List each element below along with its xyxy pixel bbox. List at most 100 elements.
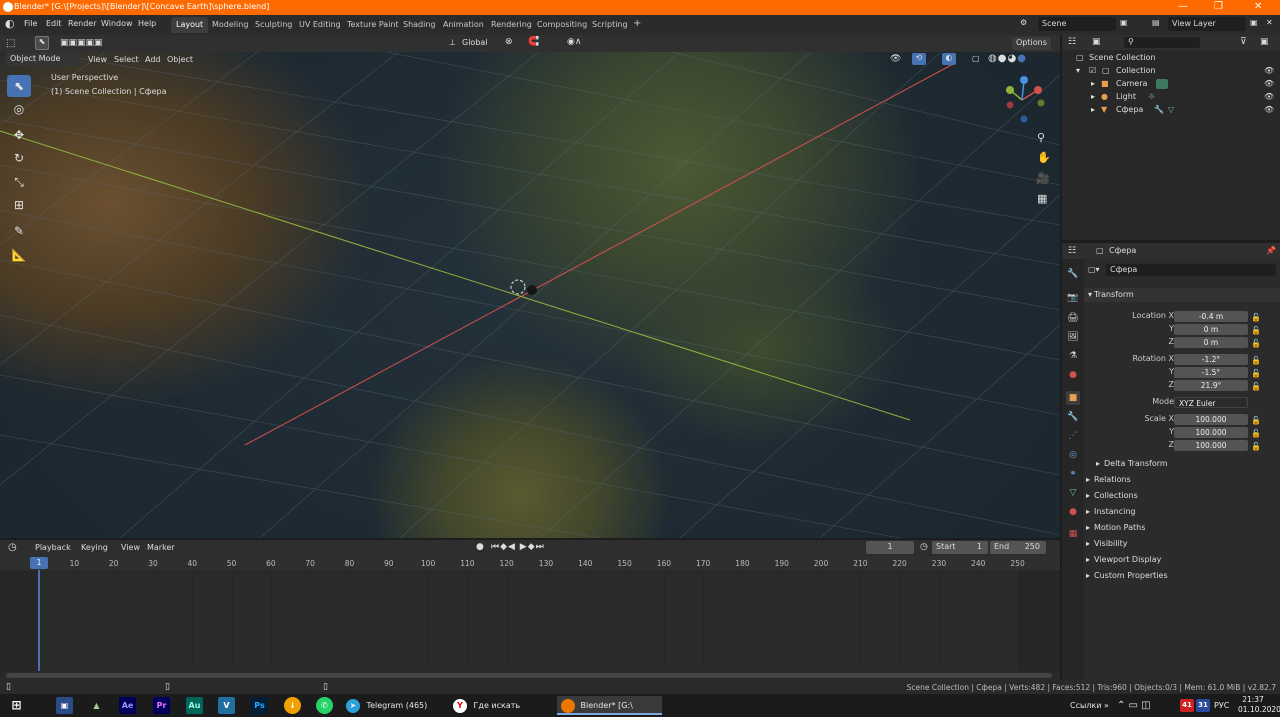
rotate-tool-icon[interactable]: ↻	[7, 147, 31, 169]
visibility-icon[interactable]: 👁	[890, 54, 901, 64]
view-layer-selector[interactable]: View Layer	[1168, 17, 1246, 31]
expand-icon[interactable]: ▸	[1096, 459, 1100, 468]
panel-relations[interactable]: Relations	[1094, 475, 1131, 484]
material-tab-icon[interactable]: ●	[1066, 505, 1080, 519]
tab-compositing[interactable]: Compositing	[532, 17, 592, 33]
windows-start-icon[interactable]: ⊞	[8, 697, 25, 714]
outliner-editor-icon[interactable]: ☷	[1068, 37, 1076, 47]
3d-viewport[interactable]: ⬉ ◎ ✥ ↻ ⤡ ⊞ ✎ 📐 User Perspective (1) Sce…	[0, 35, 1060, 538]
menu-file[interactable]: File	[24, 19, 37, 28]
scale-z-field[interactable]: 100.000	[1174, 440, 1248, 451]
zoom-icon[interactable]: ⚲	[1037, 131, 1045, 144]
copy-view-layer-icon[interactable]: ▣	[1250, 18, 1258, 27]
transform-tool-icon[interactable]: ⊞	[7, 194, 31, 216]
filter-icon[interactable]: ⊽	[1240, 37, 1247, 47]
pivot-icon[interactable]: ⊗	[505, 37, 513, 47]
move-tool-icon[interactable]: ✥	[7, 124, 31, 146]
clock[interactable]: 21:37 01.10.2020	[1238, 695, 1280, 715]
expand-icon[interactable]: ▸	[1086, 571, 1090, 580]
save-app-icon[interactable]: ▣	[56, 697, 73, 714]
camera-view-icon[interactable]: 🎥	[1036, 172, 1050, 185]
language-indicator[interactable]: РУС	[1214, 696, 1229, 715]
tray-badge-31[interactable]: 31	[1196, 699, 1210, 712]
playhead-line[interactable]	[38, 569, 40, 671]
scene-tab-icon[interactable]: ⚗	[1066, 349, 1080, 363]
shading-modes-icon[interactable]: ◍●◕●	[988, 53, 1027, 64]
panel-collections[interactable]: Collections	[1094, 491, 1138, 500]
object-mode-select[interactable]: Object Mode	[6, 53, 80, 66]
gizmo-toggle-icon[interactable]: ⟲	[912, 53, 926, 65]
expand-icon[interactable]: ▸	[1086, 523, 1090, 532]
expand-icon[interactable]: ▸	[1091, 92, 1095, 101]
panel-visibility[interactable]: Visibility	[1094, 539, 1128, 548]
navigation-gizmo-icon[interactable]	[1000, 75, 1050, 125]
location-y-field[interactable]: 0 m	[1174, 324, 1248, 335]
taskbar-yandex[interactable]: Y Где искать творче...	[453, 696, 553, 715]
playback-controls-icon[interactable]: ⏮◆◀ ▶◆⏭	[491, 542, 545, 552]
scale-y-field[interactable]: 100.000	[1174, 427, 1248, 438]
3d-cursor-icon[interactable]	[510, 279, 526, 295]
panel-motion-paths[interactable]: Motion Paths	[1094, 523, 1145, 532]
viewport-menu-object[interactable]: Object	[167, 55, 193, 64]
rotation-y-field[interactable]: -1.5°	[1174, 367, 1248, 378]
cursor-tool-icon[interactable]: ◎	[7, 98, 31, 120]
select-box-icon[interactable]: ⬉	[35, 36, 49, 50]
playhead-frame-badge[interactable]: 1	[30, 557, 48, 569]
expand-icon[interactable]: ▸	[1091, 105, 1095, 114]
expand-icon[interactable]: ▸	[1091, 79, 1095, 88]
after-effects-app-icon[interactable]: Ae	[119, 697, 136, 714]
menu-help[interactable]: Help	[138, 19, 156, 28]
location-z-field[interactable]: 0 m	[1174, 337, 1248, 348]
new-collection-icon[interactable]: ▣	[1260, 37, 1269, 47]
object-name-field[interactable]: Сфера	[1106, 264, 1276, 276]
tab-rendering[interactable]: Rendering	[486, 17, 537, 33]
timeline-menu-view[interactable]: View	[121, 543, 140, 552]
annotate-tool-icon[interactable]: ✎	[7, 220, 31, 242]
properties-editor-icon[interactable]: ☷	[1068, 246, 1076, 256]
tray-expand-icon[interactable]: »	[1104, 696, 1109, 715]
tool-tab-icon[interactable]: 🔧	[1066, 267, 1080, 281]
eye-icon[interactable]: 👁	[1264, 66, 1274, 75]
outliner-row-scene-collection[interactable]: ▢ Scene Collection	[1062, 53, 1280, 66]
timeline[interactable]	[0, 555, 1060, 680]
texture-tab-icon[interactable]: ▦	[1066, 527, 1080, 541]
pan-hand-icon[interactable]: ✋	[1037, 151, 1051, 164]
render-tab-icon[interactable]: 📷	[1066, 291, 1080, 305]
select-mode-icons[interactable]: ▣▣▣▣▣	[60, 38, 103, 48]
end-frame-field[interactable]: End 250	[990, 541, 1046, 554]
data-tab-icon[interactable]: ▽	[1066, 486, 1080, 500]
constraints-tab-icon[interactable]: ⚭	[1066, 467, 1080, 481]
location-x-field[interactable]: -0.4 m	[1174, 311, 1248, 322]
ortho-toggle-icon[interactable]: ▦	[1037, 192, 1047, 205]
tray-icons[interactable]: ⌃ ▭ ◫	[1117, 696, 1151, 715]
panel-instancing[interactable]: Instancing	[1094, 507, 1135, 516]
start-frame-field[interactable]: Start 1	[932, 541, 988, 554]
options-button[interactable]: Options	[1012, 37, 1051, 50]
menu-render[interactable]: Render	[68, 19, 96, 28]
copy-scene-icon[interactable]: ▣	[1120, 18, 1128, 27]
whatsapp-app-icon[interactable]: ✆	[316, 697, 333, 714]
outliner-row-sphere[interactable]: ▸ ▼ Сфера 🔧 ▽ 👁	[1062, 105, 1280, 118]
editor-type-icon[interactable]: ⬚	[6, 38, 15, 49]
expand-icon[interactable]: ▾	[1076, 66, 1080, 75]
tray-links-label[interactable]: Ссылки	[1070, 696, 1101, 715]
tab-scripting[interactable]: Scripting	[587, 17, 633, 33]
close-icon[interactable]: ✕	[1254, 1, 1262, 12]
pin-icon[interactable]: 📌	[1266, 246, 1276, 255]
tab-modeling[interactable]: Modeling	[207, 17, 253, 33]
physics-tab-icon[interactable]: ◎	[1066, 448, 1080, 462]
scale-tool-icon[interactable]: ⤡	[7, 171, 31, 193]
timeline-editor-icon[interactable]: ◷	[8, 542, 17, 553]
lock-icons[interactable]: 🔓 🔓 🔓	[1251, 311, 1261, 350]
taskbar-telegram[interactable]: ➤ Telegram (465)	[346, 696, 446, 715]
proportional-edit-icon[interactable]: ◉∧	[567, 37, 581, 47]
display-mode-icon[interactable]: ▣	[1092, 37, 1101, 47]
object-datablock-icon[interactable]: ▢▾	[1088, 265, 1100, 274]
timeline-menu-playback[interactable]: Playback	[35, 543, 71, 552]
expand-icon[interactable]: ▸	[1086, 475, 1090, 484]
vegas-app-icon[interactable]: V	[218, 697, 235, 714]
modifier-tab-icon[interactable]: 🔧	[1066, 410, 1080, 424]
add-workspace-button[interactable]: +	[628, 17, 646, 33]
taskbar-blender[interactable]: Blender* [G:\[Proje...	[557, 696, 662, 715]
object-tab-icon[interactable]: ■	[1066, 391, 1080, 405]
